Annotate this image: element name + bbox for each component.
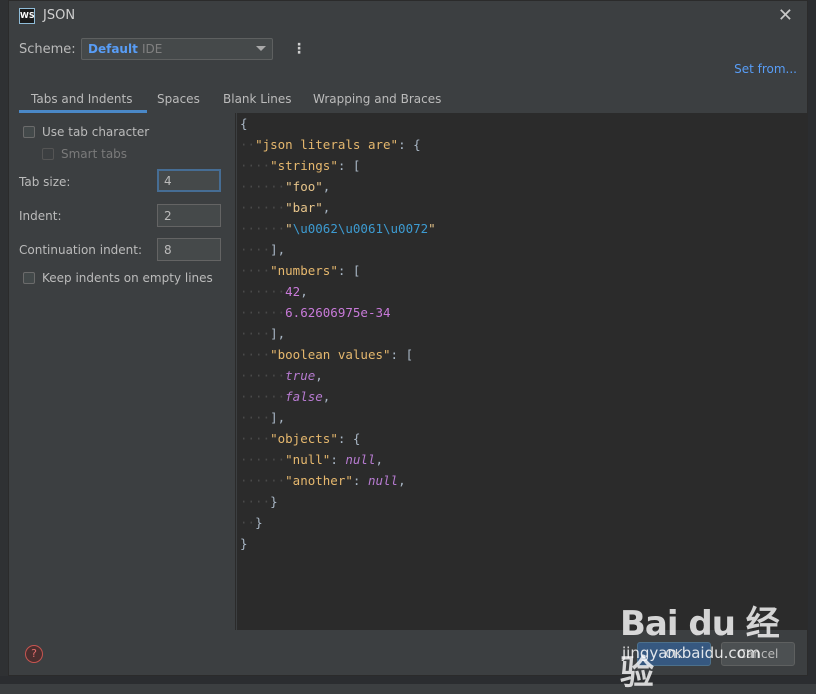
tab-size-input[interactable]: 4 <box>157 169 221 192</box>
code-line: ······"null": null, <box>240 452 384 467</box>
code-line: ····"strings": [ <box>240 158 361 173</box>
code-line: ····"boolean values": [ <box>240 347 414 362</box>
background-bottom-edge <box>0 676 816 684</box>
tab-tabs-and-indents[interactable]: Tabs and Indents <box>31 92 132 106</box>
code-line: ······42, <box>240 284 308 299</box>
code-line: ······"\u0062\u0061\u0072" <box>240 221 436 236</box>
indent-input[interactable]: 2 <box>157 204 221 227</box>
code-line: ······6.62606975e-34 <box>240 305 391 320</box>
code-line: ····"numbers": [ <box>240 263 361 278</box>
title-bar[interactable]: WS JSON ✕ <box>9 1 807 31</box>
continuation-indent-label: Continuation indent: <box>19 243 143 257</box>
code-line: ····} <box>240 494 278 509</box>
code-line: ······"another": null, <box>240 473 406 488</box>
tab-wrapping-and-braces[interactable]: Wrapping and Braces <box>313 92 441 106</box>
code-line: } <box>240 536 248 551</box>
checkbox-box <box>42 148 54 160</box>
scheme-type: IDE <box>142 42 163 56</box>
smart-tabs-checkbox[interactable]: Smart tabs <box>42 147 127 161</box>
ok-button[interactable]: OK <box>637 642 711 666</box>
scheme-name: Default <box>88 42 138 56</box>
cancel-button[interactable]: Cancel <box>721 642 795 666</box>
code-line: ····"objects": { <box>240 431 361 446</box>
smart-tabs-label: Smart tabs <box>61 147 128 161</box>
code-line: ··"json literals are": { <box>240 137 421 152</box>
tab-spaces[interactable]: Spaces <box>157 92 200 106</box>
code-line: ······false, <box>240 389 331 404</box>
code-line: ····], <box>240 410 286 425</box>
button-bar: ? OK Cancel <box>9 630 807 675</box>
background-left-edge <box>0 0 8 684</box>
code-line: ····], <box>240 242 286 257</box>
scheme-label: Scheme: <box>19 42 76 57</box>
use-tab-character-checkbox[interactable]: Use tab character <box>23 125 149 139</box>
code-line: { <box>240 116 248 131</box>
json-code-style-dialog: WS JSON ✕ Scheme: Default IDE ⋮ Set from… <box>8 0 808 676</box>
scheme-actions-menu-icon[interactable]: ⋮ <box>292 41 306 57</box>
checkbox-box <box>23 126 35 138</box>
code-line: ······"foo", <box>240 179 331 194</box>
code-line: ······true, <box>240 368 323 383</box>
code-line: ······"bar", <box>240 200 331 215</box>
keep-indents-label: Keep indents on empty lines <box>42 271 213 285</box>
window-title: JSON <box>43 8 76 23</box>
indent-label: Indent: <box>19 209 62 223</box>
checkbox-box <box>23 272 35 284</box>
code-line: ··} <box>240 515 263 530</box>
continuation-indent-input[interactable]: 8 <box>157 238 221 261</box>
code-preview[interactable]: { ··"json literals are": { ····"strings"… <box>237 113 807 630</box>
set-from-link[interactable]: Set from... <box>734 62 797 76</box>
scheme-dropdown[interactable]: Default IDE <box>81 38 273 60</box>
settings-panel: Use tab character Smart tabs Tab size: 4… <box>9 113 236 630</box>
code-line: ····], <box>240 326 286 341</box>
tab-size-label: Tab size: <box>19 175 71 189</box>
chevron-down-icon <box>256 46 266 51</box>
help-icon[interactable]: ? <box>25 645 43 663</box>
background-right-edge <box>808 0 816 684</box>
tab-blank-lines[interactable]: Blank Lines <box>223 92 292 106</box>
keep-indents-checkbox[interactable]: Keep indents on empty lines <box>23 271 213 285</box>
close-icon[interactable]: ✕ <box>778 5 793 26</box>
use-tab-character-label: Use tab character <box>42 125 150 139</box>
webstorm-app-icon: WS <box>19 8 35 24</box>
